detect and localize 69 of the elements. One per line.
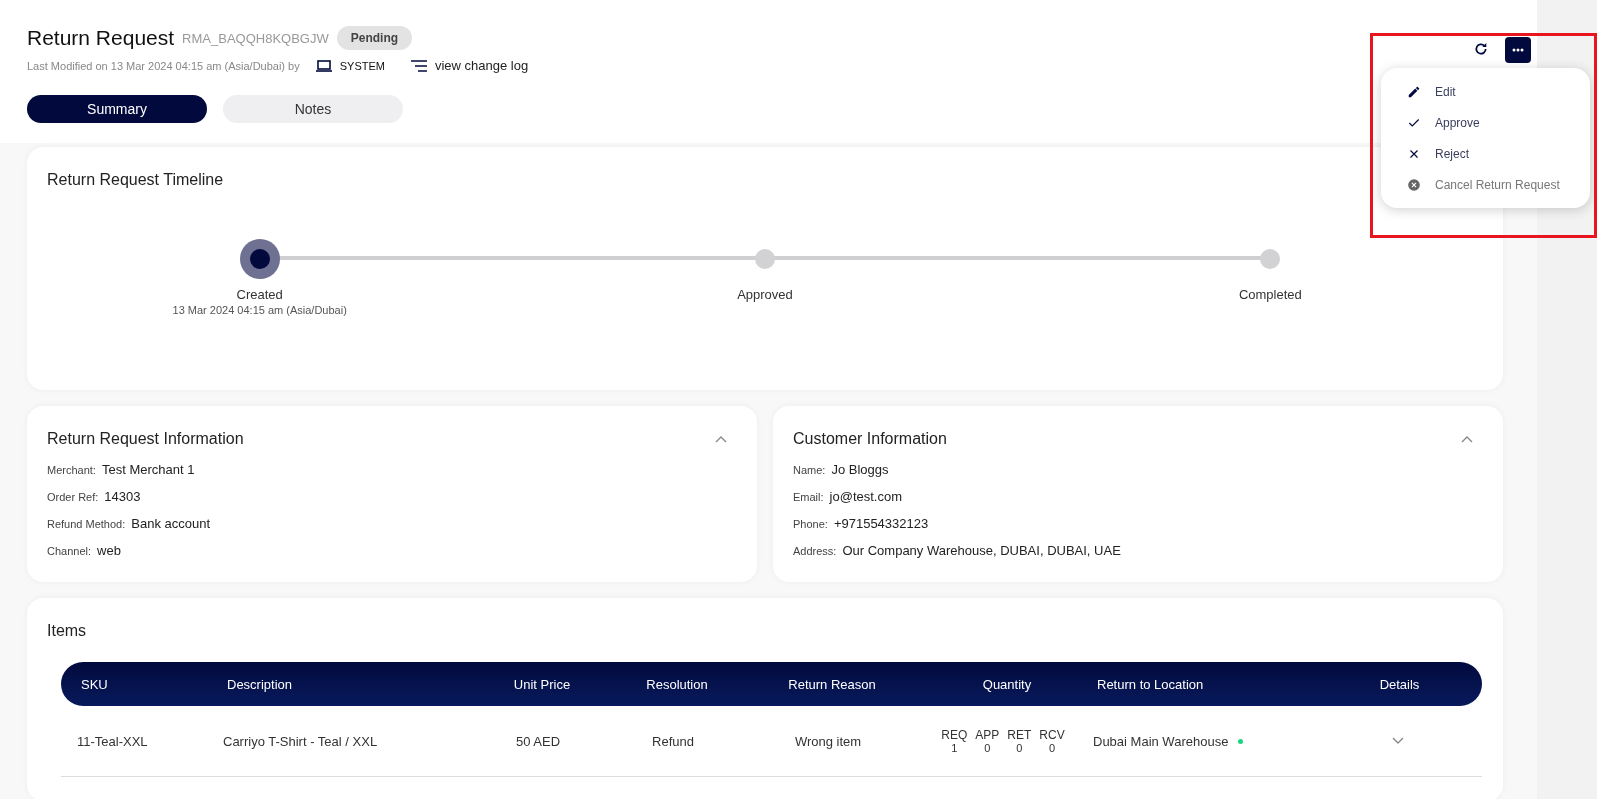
table-cell-text: Wrong item [793, 733, 863, 749]
pencil-icon [1407, 84, 1421, 99]
column-header: Return Reason [787, 676, 877, 692]
field-value: Jo Bloggs [831, 462, 889, 477]
quantity-label: RET [1007, 728, 1032, 742]
field-value: +971554332123 [833, 516, 929, 531]
field-label: Merchant: [47, 464, 96, 476]
column-header: Quantity [981, 676, 1033, 692]
column-header: Details [1378, 676, 1421, 692]
field-label: Channel: [47, 545, 92, 557]
tab[interactable]: Notes [223, 95, 403, 123]
column-header: Resolution [645, 676, 709, 692]
menu-item[interactable]: Reject [1381, 138, 1590, 169]
more-button[interactable] [1505, 37, 1531, 63]
step-label: Completed [1238, 287, 1302, 302]
table-cell-text: 11-Teal-XXL [77, 733, 149, 749]
step-label: Approved [737, 287, 793, 302]
tab[interactable]: Summary [27, 95, 207, 123]
status-dot [1238, 738, 1244, 744]
quantity-value: 0 [1016, 742, 1023, 754]
list-icon [410, 59, 427, 72]
table-cell-text: Carriyo T-Shirt - Teal / XXL [223, 733, 379, 749]
quantity-value: 0 [984, 742, 991, 754]
quantity-label: APP [975, 728, 1000, 742]
card-title: Customer Information [793, 430, 947, 448]
menu-item[interactable]: Cancel Return Request [1381, 169, 1590, 200]
quantity-label: RCV [1039, 728, 1065, 742]
field-value: Our Company Warehouse, DUBAI, DUBAI, UAE [842, 543, 1121, 558]
card-title: Items [47, 622, 87, 640]
dots-icon [1512, 48, 1524, 52]
table-cell-text: Refund [651, 733, 695, 749]
field-value: jo@test.com [829, 489, 902, 504]
card-title: Return Request Information [47, 430, 244, 448]
reference-number: RMA_BAQQH8KQBGJW [182, 30, 329, 46]
field-label: Order Ref: [47, 491, 99, 503]
cancel-circle-icon [1407, 177, 1421, 192]
column-header: SKU [81, 676, 109, 692]
step-date: 13 Mar 2024 04:15 am (Asia/Dubai) [172, 304, 347, 316]
column-header: Return to Location [1097, 676, 1205, 692]
monitor-icon [315, 59, 332, 72]
menu-item[interactable]: Edit [1381, 76, 1590, 107]
page-title: Return Request [27, 26, 175, 50]
chevron-down-icon[interactable] [1391, 737, 1404, 745]
quantity-value: 0 [1048, 742, 1056, 754]
field-value: 14303 [104, 489, 141, 504]
field-label: Name: [793, 464, 826, 476]
table-cell-text: 50 AED [514, 733, 562, 749]
refresh-icon[interactable] [1473, 41, 1489, 57]
table-cell: Dubai Main Warehouse [1093, 733, 1229, 749]
column-header: Unit Price [512, 676, 572, 692]
card-title: Return Request Timeline [47, 171, 224, 189]
quantity-value: 1 [951, 742, 958, 754]
field-label: Refund Method: [47, 518, 126, 530]
field-value: Test Merchant 1 [101, 462, 195, 477]
chevron-up-icon[interactable] [1461, 435, 1473, 443]
change-log-link[interactable]: view change log [410, 58, 529, 73]
modified-by: SYSTEM [339, 59, 385, 72]
status-badge: Pending [336, 26, 413, 50]
field-label: Address: [793, 545, 837, 557]
field-value: web [97, 543, 121, 558]
menu-item[interactable]: Approve [1381, 107, 1590, 138]
field-label: Email: [793, 491, 824, 503]
quantity-label: REQ [941, 728, 968, 742]
chevron-up-icon[interactable] [715, 435, 727, 443]
last-modified-text: Last Modified on 13 Mar 2024 04:15 am (Asia/Dubai) by [27, 59, 300, 72]
step-label: Created [236, 287, 283, 302]
column-header: Description [227, 676, 294, 692]
field-label: Phone: [793, 518, 828, 530]
field-value: Bank account [131, 516, 211, 531]
